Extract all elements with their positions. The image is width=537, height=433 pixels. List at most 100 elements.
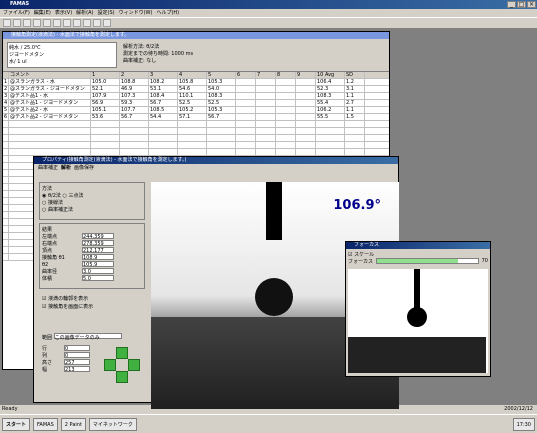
task-item[interactable]: FAMAS [33, 417, 58, 431]
focus-bar-fill [377, 259, 458, 263]
move-right-button[interactable] [128, 359, 140, 371]
table-cell [256, 121, 276, 127]
check-angle[interactable]: ☑ 接触角を画面に表示 [42, 303, 93, 310]
table-cell: 108.4 [149, 93, 178, 99]
roi-field[interactable]: 列0 [42, 352, 90, 359]
list-item[interactable]: 水/ 1 ul [9, 58, 115, 65]
table-row[interactable] [3, 128, 389, 135]
table-row[interactable] [3, 135, 389, 142]
table-cell [236, 107, 256, 113]
move-up-button[interactable] [116, 347, 128, 359]
table-row[interactable]: 1 @スランガラス - 水 105.0 108.8 108.2 105.8 105.3 106… [3, 79, 389, 86]
table-row[interactable]: 4 @テスト品1 - ジヨードメタン 56.9 59.3 56.7 52.5 52.5 55.… [3, 100, 389, 107]
check-outline[interactable]: ☑ 液滴の輪郭を表示 [42, 295, 88, 302]
copy-icon[interactable] [53, 19, 61, 27]
table-header[interactable]: コメント 1 2 3 4 5 6 7 8 9 10 Avg SD [3, 72, 389, 79]
menu-item[interactable]: 解析(A) [76, 9, 93, 17]
minimize-button[interactable]: _ [507, 1, 516, 8]
table-cell: 7 [256, 72, 276, 78]
roi-fields: 行 0 列 0 高さ 257 幅 213 [42, 345, 90, 373]
table-cell [345, 135, 365, 141]
table-cell [178, 142, 207, 148]
table-cell: 1.2 [345, 79, 365, 85]
focus-bar [376, 258, 479, 264]
table-cell: 107.7 [120, 107, 149, 113]
table-cell [316, 142, 345, 148]
result-field: 曲率径 3.0 [42, 268, 142, 275]
table-cell: 105.0 [91, 79, 120, 85]
list-item[interactable]: 純水 / 25.0℃ [9, 44, 115, 51]
roi-field[interactable]: 行0 [42, 345, 90, 352]
menu-item[interactable]: 設定(S) [98, 9, 115, 17]
settings-icon[interactable] [93, 19, 101, 27]
camera-icon[interactable] [83, 19, 91, 27]
table-cell: 108.3 [207, 93, 236, 99]
table-row[interactable] [3, 121, 389, 128]
liquid-list[interactable]: 純水 / 25.0℃ ジヨードメタン 水/ 1 ul [7, 42, 117, 68]
table-cell [9, 135, 91, 141]
tab-image-save[interactable]: 画像保存 [74, 164, 94, 173]
table-cell [296, 142, 316, 148]
table-row[interactable] [3, 149, 389, 156]
focus-window-title: フォーカス [346, 242, 490, 249]
result-field: 頂点 212,177 [42, 247, 142, 254]
move-down-button[interactable] [116, 371, 128, 383]
table-cell [9, 142, 91, 148]
table-row[interactable]: 6 @テスト品2 - ジヨードメタン 53.6 56.7 54.4 57.1 56.7 55.… [3, 114, 389, 121]
table-cell [276, 93, 296, 99]
table-cell [256, 149, 276, 155]
move-left-button[interactable] [104, 359, 116, 371]
table-cell [316, 135, 345, 141]
table-cell [91, 149, 120, 155]
method-radio[interactable]: ○ 接線法 [42, 199, 142, 206]
table-cell [296, 93, 316, 99]
measure-icon[interactable] [73, 19, 81, 27]
window-controls: _ □ × [507, 1, 536, 8]
table-cell [236, 142, 256, 148]
method-label: 方法 [42, 186, 53, 192]
task-item[interactable]: マイネットワーク [88, 417, 137, 431]
roi-row: 範囲 この画像データのみ [42, 333, 142, 341]
roi-field[interactable]: 高さ 257 [42, 359, 90, 366]
method-radio[interactable]: ○ 曲率補正法 [42, 206, 142, 213]
table-row[interactable]: 5 @テスト品2 - 水 105.1 107.7 108.5 105.2 105.3 106.… [3, 107, 389, 114]
task-item[interactable]: 2 Paint [60, 417, 86, 431]
tab-curvature[interactable]: 曲率補正 [38, 164, 58, 173]
table-row[interactable]: 2 @スランガラス - ジヨードメタン 52.1 46.9 53.1 54.6 54.0 52… [3, 86, 389, 93]
menu-item[interactable]: ヘルプ(H) [156, 9, 179, 17]
tab-analysis[interactable]: 解析 [61, 164, 71, 173]
close-button[interactable]: × [527, 1, 536, 8]
table-cell [345, 128, 365, 134]
menu-item[interactable]: 編集(E) [34, 9, 51, 17]
roi-select[interactable]: この画像データのみ [53, 333, 122, 341]
table-cell: 52.1 [91, 86, 120, 92]
print-icon[interactable] [33, 19, 41, 27]
table-cell: SD [345, 72, 365, 78]
scale-checkbox[interactable]: ☑ スケール [348, 251, 488, 258]
table-cell [236, 100, 256, 106]
cut-icon[interactable] [43, 19, 51, 27]
help-icon[interactable] [103, 19, 111, 27]
table-row[interactable] [3, 142, 389, 149]
menu-item[interactable]: ファイル(F) [3, 9, 30, 17]
list-item[interactable]: ジヨードメタン [9, 51, 115, 58]
properties-tabs: 曲率補正 解析 画像保存 [34, 164, 398, 173]
table-cell: 1 [91, 72, 120, 78]
table-cell [236, 86, 256, 92]
method-radio[interactable]: ◉ θ/2法 ○ 三点法 [42, 192, 142, 199]
new-icon[interactable] [3, 19, 11, 27]
table-cell [236, 121, 256, 127]
table-row[interactable]: 3 @テスト品1 - 水 107.9 107.3 108.4 110.1 108.3 108.… [3, 93, 389, 100]
maximize-button[interactable]: □ [517, 1, 526, 8]
open-icon[interactable] [13, 19, 21, 27]
table-cell [296, 79, 316, 85]
start-button[interactable]: スタート [2, 417, 31, 431]
roi-field[interactable]: 幅 213 [42, 366, 90, 373]
paste-icon[interactable] [63, 19, 71, 27]
save-icon[interactable] [23, 19, 31, 27]
table-cell [120, 142, 149, 148]
menu-item[interactable]: ウィンドウ(W) [119, 9, 153, 17]
menu-item[interactable]: 表示(V) [55, 9, 72, 17]
table-cell [256, 135, 276, 141]
table-cell [236, 128, 256, 134]
